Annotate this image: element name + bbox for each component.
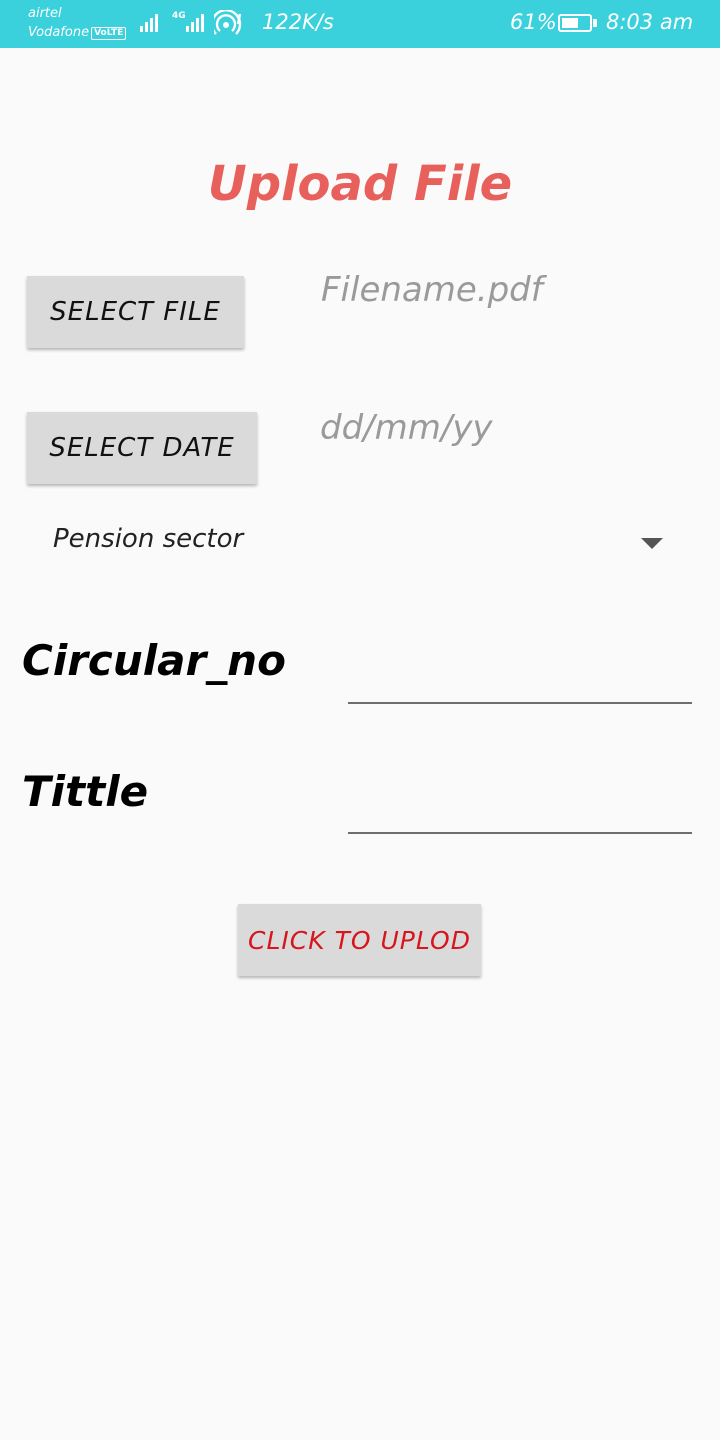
carrier-secondary: Vodafone VoLTE	[28, 23, 127, 42]
filename-display: Filename.pdf	[321, 270, 543, 310]
upload-button[interactable]: CLICK TO UPLOD	[238, 904, 481, 976]
volte-badge: VoLTE	[91, 27, 127, 40]
page-title: Upload File	[207, 156, 513, 212]
tittle-label: Tittle	[22, 767, 149, 816]
clock: 8:03 am	[606, 10, 694, 34]
select-date-button[interactable]: SELECT DATE	[27, 412, 257, 484]
battery-cap	[593, 19, 597, 27]
carrier-primary: airtel	[28, 6, 62, 21]
status-bar: airtel Vodafone VoLTE 4G 122K/s 61% 8:03 …	[0, 0, 720, 48]
dropdown-arrow-icon	[641, 538, 663, 549]
sector-dropdown-value: Pension sector	[53, 524, 244, 554]
hotspot-icon	[214, 10, 242, 35]
circular-no-input[interactable]	[348, 660, 692, 704]
battery-icon	[558, 14, 592, 32]
network-speed: 122K/s	[262, 10, 334, 34]
tittle-input[interactable]	[348, 790, 692, 834]
sector-dropdown[interactable]: Pension sector	[30, 516, 680, 576]
battery-fill	[562, 18, 578, 28]
battery-percent: 61%	[510, 10, 557, 34]
circular-no-label: Circular_no	[22, 636, 286, 685]
date-display: dd/mm/yy	[320, 408, 493, 448]
select-file-button[interactable]: SELECT FILE	[27, 276, 244, 348]
carrier-info: airtel Vodafone VoLTE	[28, 4, 127, 42]
carrier-secondary-label: Vodafone	[28, 25, 90, 40]
network-type-label: 4G	[172, 11, 186, 21]
